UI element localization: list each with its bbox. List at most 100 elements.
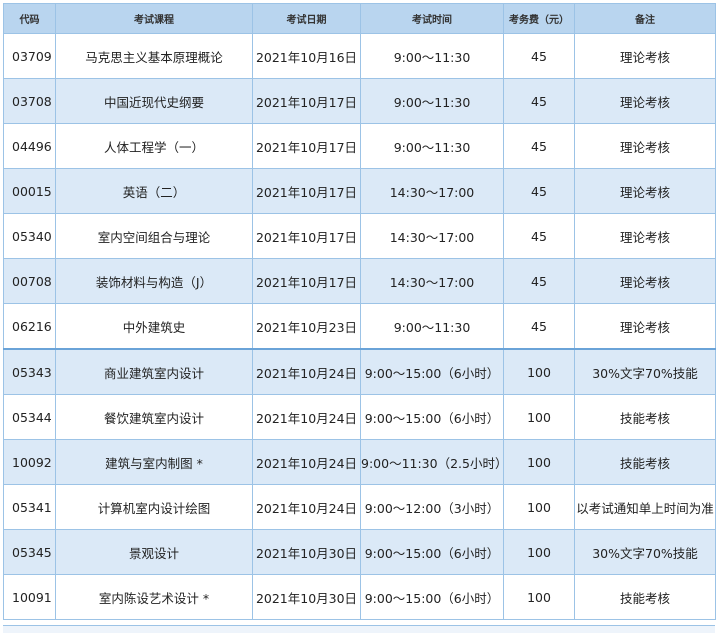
header-row: 代码 考试课程 考试日期 考试时间 考务费（元） 备注	[3, 3, 716, 34]
header-code: 代码	[3, 3, 56, 34]
header-date: 考试日期	[252, 3, 361, 34]
header-time: 考试时间	[360, 3, 504, 34]
cell-time: 9:00～15:00（6小时）	[360, 529, 504, 575]
exam-schedule: 代码 考试课程 考试日期 考试时间 考务费（元） 备注 03709 马克思主义基…	[3, 3, 716, 620]
cell-date: 2021年10月24日	[252, 484, 361, 530]
cell-course: 景观设计	[55, 529, 253, 575]
cell-note: 30%文字70%技能	[574, 529, 716, 575]
header-note: 备注	[574, 3, 716, 34]
cell-course: 计算机室内设计绘图	[55, 484, 253, 530]
cell-date: 2021年10月17日	[252, 123, 361, 169]
cell-fee: 45	[503, 258, 575, 304]
table-row: 03708 中国近现代史纲要 2021年10月17日 9:00～11:30 45…	[3, 78, 716, 124]
table-row: 05343 商业建筑室内设计 2021年10月24日 9:00～15:00（6小…	[3, 348, 716, 395]
cell-course: 室内陈设艺术设计 *	[55, 574, 253, 620]
cell-course: 英语（二）	[55, 168, 253, 214]
table-row: 04496 人体工程学（一） 2021年10月17日 9:00～11:30 45…	[3, 123, 716, 169]
cell-fee: 100	[503, 529, 575, 575]
cell-date: 2021年10月16日	[252, 33, 361, 79]
cell-fee: 100	[503, 348, 575, 395]
cell-code: 03709	[3, 33, 56, 79]
cell-fee: 100	[503, 574, 575, 620]
cell-time: 9:00～11:30	[360, 123, 504, 169]
cell-time: 14:30～17:00	[360, 213, 504, 259]
cell-fee: 100	[503, 394, 575, 440]
table-row: 10091 室内陈设艺术设计 * 2021年10月30日 9:00～15:00（…	[3, 574, 716, 620]
cell-fee: 100	[503, 439, 575, 485]
table-row: 00015 英语（二） 2021年10月17日 14:30～17:00 45 理…	[3, 168, 716, 214]
cell-code: 10091	[3, 574, 56, 620]
cell-fee: 100	[503, 484, 575, 530]
cell-note: 理论考核	[574, 78, 716, 124]
cell-note: 技能考核	[574, 574, 716, 620]
table-row: 05345 景观设计 2021年10月30日 9:00～15:00（6小时） 1…	[3, 529, 716, 575]
table-row: 06216 中外建筑史 2021年10月23日 9:00～11:30 45 理论…	[3, 303, 716, 350]
cell-date: 2021年10月24日	[252, 439, 361, 485]
cell-code: 03708	[3, 78, 56, 124]
cell-date: 2021年10月30日	[252, 529, 361, 575]
cell-course: 中外建筑史	[55, 303, 253, 350]
cell-course: 中国近现代史纲要	[55, 78, 253, 124]
table-row: 05340 室内空间组合与理论 2021年10月17日 14:30～17:00 …	[3, 213, 716, 259]
cell-date: 2021年10月17日	[252, 168, 361, 214]
table-row: 05341 计算机室内设计绘图 2021年10月24日 9:00～12:00（3…	[3, 484, 716, 530]
table-row: 00708 装饰材料与构造（J） 2021年10月17日 14:30～17:00…	[3, 258, 716, 304]
cell-date: 2021年10月24日	[252, 348, 361, 395]
cell-note: 30%文字70%技能	[574, 348, 716, 395]
cell-code: 05340	[3, 213, 56, 259]
cell-note: 技能考核	[574, 394, 716, 440]
cell-fee: 45	[503, 303, 575, 350]
cell-note: 技能考核	[574, 439, 716, 485]
cell-note: 理论考核	[574, 213, 716, 259]
cell-note: 理论考核	[574, 33, 716, 79]
cell-time: 9:00～11:30	[360, 303, 504, 350]
cell-code: 05345	[3, 529, 56, 575]
cell-course: 人体工程学（一）	[55, 123, 253, 169]
cell-code: 00015	[3, 168, 56, 214]
cell-course: 室内空间组合与理论	[55, 213, 253, 259]
cell-fee: 45	[503, 33, 575, 79]
table-row: 05344 餐饮建筑室内设计 2021年10月24日 9:00～15:00（6小…	[3, 394, 716, 440]
cell-code: 05343	[3, 348, 56, 395]
cell-time: 9:00～15:00（6小时）	[360, 394, 504, 440]
cell-fee: 45	[503, 78, 575, 124]
cell-time: 14:30～17:00	[360, 168, 504, 214]
cell-course: 建筑与室内制图 *	[55, 439, 253, 485]
cell-note: 理论考核	[574, 258, 716, 304]
cell-code: 04496	[3, 123, 56, 169]
cell-time: 9:00～12:00（3小时）	[360, 484, 504, 530]
cell-fee: 45	[503, 213, 575, 259]
cell-note: 理论考核	[574, 123, 716, 169]
cell-course: 马克思主义基本原理概论	[55, 33, 253, 79]
cell-date: 2021年10月30日	[252, 574, 361, 620]
cell-fee: 45	[503, 123, 575, 169]
cell-note: 以考试通知单上时间为准	[574, 484, 716, 530]
cell-code: 06216	[3, 303, 56, 350]
cell-course: 商业建筑室内设计	[55, 348, 253, 395]
cell-code: 05341	[3, 484, 56, 530]
cell-date: 2021年10月24日	[252, 394, 361, 440]
cell-code: 05344	[3, 394, 56, 440]
cell-course: 装饰材料与构造（J）	[55, 258, 253, 304]
table-row: 10092 建筑与室内制图 * 2021年10月24日 9:00～11:30（2…	[3, 439, 716, 485]
cell-note: 理论考核	[574, 168, 716, 214]
cell-time: 9:00～11:30	[360, 78, 504, 124]
cell-note: 理论考核	[574, 303, 716, 350]
cell-time: 9:00～11:30（2.5小时）	[360, 439, 504, 485]
exam-schedule-table: 代码 考试课程 考试日期 考试时间 考务费（元） 备注 03709 马克思主义基…	[3, 3, 716, 620]
cell-time: 9:00～15:00（6小时）	[360, 574, 504, 620]
cell-fee: 45	[503, 168, 575, 214]
header-course: 考试课程	[55, 3, 253, 34]
cell-time: 9:00～15:00（6小时）	[360, 348, 504, 395]
cell-code: 10092	[3, 439, 56, 485]
cell-date: 2021年10月17日	[252, 213, 361, 259]
header-fee: 考务费（元）	[503, 3, 575, 34]
cell-time: 14:30～17:00	[360, 258, 504, 304]
cell-course: 餐饮建筑室内设计	[55, 394, 253, 440]
cell-code: 00708	[3, 258, 56, 304]
cell-date: 2021年10月23日	[252, 303, 361, 350]
table-row: 03709 马克思主义基本原理概论 2021年10月16日 9:00～11:30…	[3, 33, 716, 79]
cell-date: 2021年10月17日	[252, 78, 361, 124]
cell-time: 9:00～11:30	[360, 33, 504, 79]
cell-date: 2021年10月17日	[252, 258, 361, 304]
